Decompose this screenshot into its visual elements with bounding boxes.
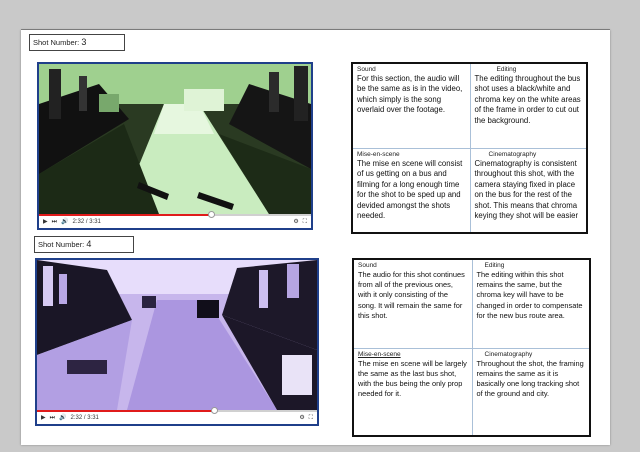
editing-text: The editing within this shot remains the…: [476, 270, 583, 320]
settings-icon[interactable]: ⚙: [299, 415, 304, 421]
sound-text: The audio for this shot continues from a…: [358, 270, 465, 320]
player-controls: ▶ ⏭ 🔊 2:32 / 3:31 ⚙ ⛶: [37, 407, 317, 424]
mise-en-scene-cell: Mise-en-scene The mise en scene will be …: [354, 347, 472, 436]
video-frame[interactable]: [37, 260, 317, 410]
shot-notes-table: Sound For this section, the audio will b…: [351, 62, 588, 234]
fullscreen-icon[interactable]: ⛶: [303, 219, 307, 225]
progress-knob[interactable]: [208, 211, 215, 218]
video-frame[interactable]: [39, 64, 311, 214]
shot-number-label: Shot Number: 4: [34, 236, 134, 253]
shot-number-text: Shot Number:: [38, 240, 87, 249]
progress-bar[interactable]: [39, 211, 311, 218]
time-readout: 2:32 / 3:31: [70, 415, 99, 421]
player-controls: ▶ ⏭ 🔊 2:32 / 3:31 ⚙ ⛶: [39, 211, 311, 228]
editing-heading: Editing: [484, 262, 505, 269]
progress-fill: [37, 410, 214, 412]
video-player[interactable]: ▶ ⏭ 🔊 2:32 / 3:31 ⚙ ⛶: [35, 258, 319, 426]
sound-cell: Sound The audio for this shot continues …: [354, 260, 472, 348]
bus-street-footage-purple: [37, 260, 317, 410]
cinematography-text: Cinematography is consistent throughout …: [474, 159, 579, 221]
fullscreen-icon[interactable]: ⛶: [309, 415, 313, 421]
editing-heading: Editing: [496, 66, 517, 73]
volume-icon[interactable]: 🔊: [61, 219, 68, 225]
video-player[interactable]: ▶ ⏭ 🔊 2:32 / 3:31 ⚙ ⛶: [37, 62, 313, 230]
mise-en-scene-cell: Mise-en-scene The mise en scene will con…: [353, 148, 470, 232]
next-icon[interactable]: ⏭: [52, 219, 57, 225]
sound-heading: Sound: [358, 262, 377, 269]
cinematography-heading: Cinematography: [484, 350, 533, 358]
shot-number-label: Shot Number: 3: [29, 34, 125, 51]
sound-heading: Sound: [357, 66, 376, 73]
editing-cell: Editing The editing within this shot rem…: [471, 260, 590, 348]
mise-en-scene-heading: Mise-en-scene: [357, 151, 400, 158]
play-icon[interactable]: ▶: [41, 415, 46, 421]
cinematography-cell: Cinematography Cinematography is consist…: [469, 148, 586, 232]
bus-street-footage-green: [39, 64, 311, 214]
sound-cell: Sound For this section, the audio will b…: [353, 64, 470, 148]
cinematography-cell: Cinematography Throughout the shot, the …: [471, 347, 589, 435]
progress-fill: [39, 214, 211, 216]
mise-en-scene-heading: Mise-en-scene: [358, 350, 401, 358]
next-icon[interactable]: ⏭: [50, 415, 55, 421]
editing-cell: Editing The editing throughout the bus s…: [469, 64, 587, 148]
volume-icon[interactable]: 🔊: [59, 415, 66, 421]
storyboard-page: Shot Number: 3 ▶ ⏭ 🔊 2:32 / 3:31 ⚙ ⛶ Sou…: [21, 30, 610, 445]
play-icon[interactable]: ▶: [43, 219, 48, 225]
cinematography-text: Throughout the shot, the framing remains…: [476, 358, 584, 399]
sound-text: For this section, the audio will be the …: [357, 74, 463, 115]
shot-number-value: 4: [86, 239, 92, 249]
shot-notes-table: Sound The audio for this shot continues …: [352, 258, 591, 437]
shot-number-text: Shot Number:: [33, 38, 82, 47]
shot-number-value: 3: [81, 37, 87, 47]
settings-icon[interactable]: ⚙: [293, 219, 298, 225]
editing-text: The editing throughout the bus shot uses…: [474, 74, 581, 125]
time-readout: 2:32 / 3:31: [72, 219, 101, 225]
progress-bar[interactable]: [37, 407, 317, 414]
mise-en-scene-text: The mise en scene will consist of us get…: [357, 159, 463, 221]
progress-knob[interactable]: [211, 407, 218, 414]
cinematography-heading: Cinematography: [488, 151, 537, 158]
mise-en-scene-text: The mise en scene will be largely the sa…: [358, 358, 467, 399]
